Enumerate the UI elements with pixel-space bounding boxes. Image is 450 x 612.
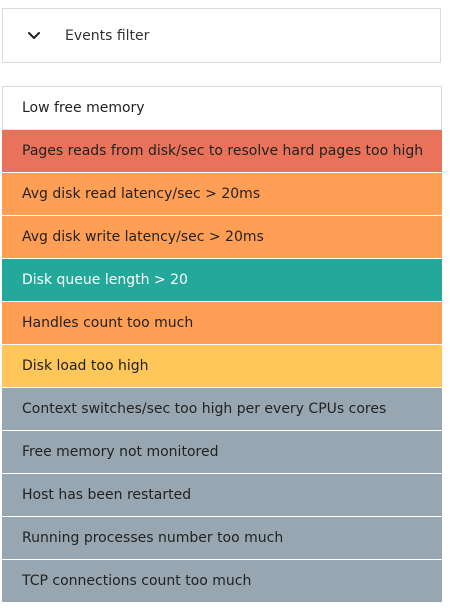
- event-label: Host has been restarted: [22, 487, 192, 503]
- event-row[interactable]: Pages reads from disk/sec to resolve har…: [2, 130, 442, 173]
- event-label: Low free memory: [22, 100, 145, 116]
- chevron-down-icon[interactable]: [27, 29, 41, 43]
- events-filter-label: Events filter: [65, 27, 150, 44]
- events-filter-toggle[interactable]: Events filter: [2, 8, 441, 63]
- event-label: TCP connections count too much: [22, 573, 252, 589]
- event-row[interactable]: Running processes number too much: [2, 517, 442, 560]
- event-row[interactable]: Avg disk read latency/sec > 20ms: [2, 173, 442, 216]
- event-row[interactable]: Free memory not monitored: [2, 431, 442, 474]
- event-label: Context switches/sec too high per every …: [22, 401, 387, 417]
- event-row[interactable]: Disk queue length > 20: [2, 259, 442, 302]
- event-row[interactable]: Disk load too high: [2, 345, 442, 388]
- event-row[interactable]: Avg disk write latency/sec > 20ms: [2, 216, 442, 259]
- event-label: Avg disk read latency/sec > 20ms: [22, 186, 261, 202]
- event-label: Disk load too high: [22, 358, 149, 374]
- event-label: Running processes number too much: [22, 530, 284, 546]
- event-label: Handles count too much: [22, 315, 194, 331]
- event-row[interactable]: TCP connections count too much: [2, 560, 442, 603]
- event-label: Avg disk write latency/sec > 20ms: [22, 229, 264, 245]
- event-row[interactable]: Host has been restarted: [2, 474, 442, 517]
- event-row[interactable]: Context switches/sec too high per every …: [2, 388, 442, 431]
- event-label: Pages reads from disk/sec to resolve har…: [22, 143, 424, 159]
- event-label: Free memory not monitored: [22, 444, 219, 460]
- event-label: Disk queue length > 20: [22, 272, 188, 288]
- event-row[interactable]: Handles count too much: [2, 302, 442, 345]
- event-row[interactable]: Low free memory: [2, 86, 442, 130]
- event-list: Low free memory Pages reads from disk/sec…: [2, 86, 442, 603]
